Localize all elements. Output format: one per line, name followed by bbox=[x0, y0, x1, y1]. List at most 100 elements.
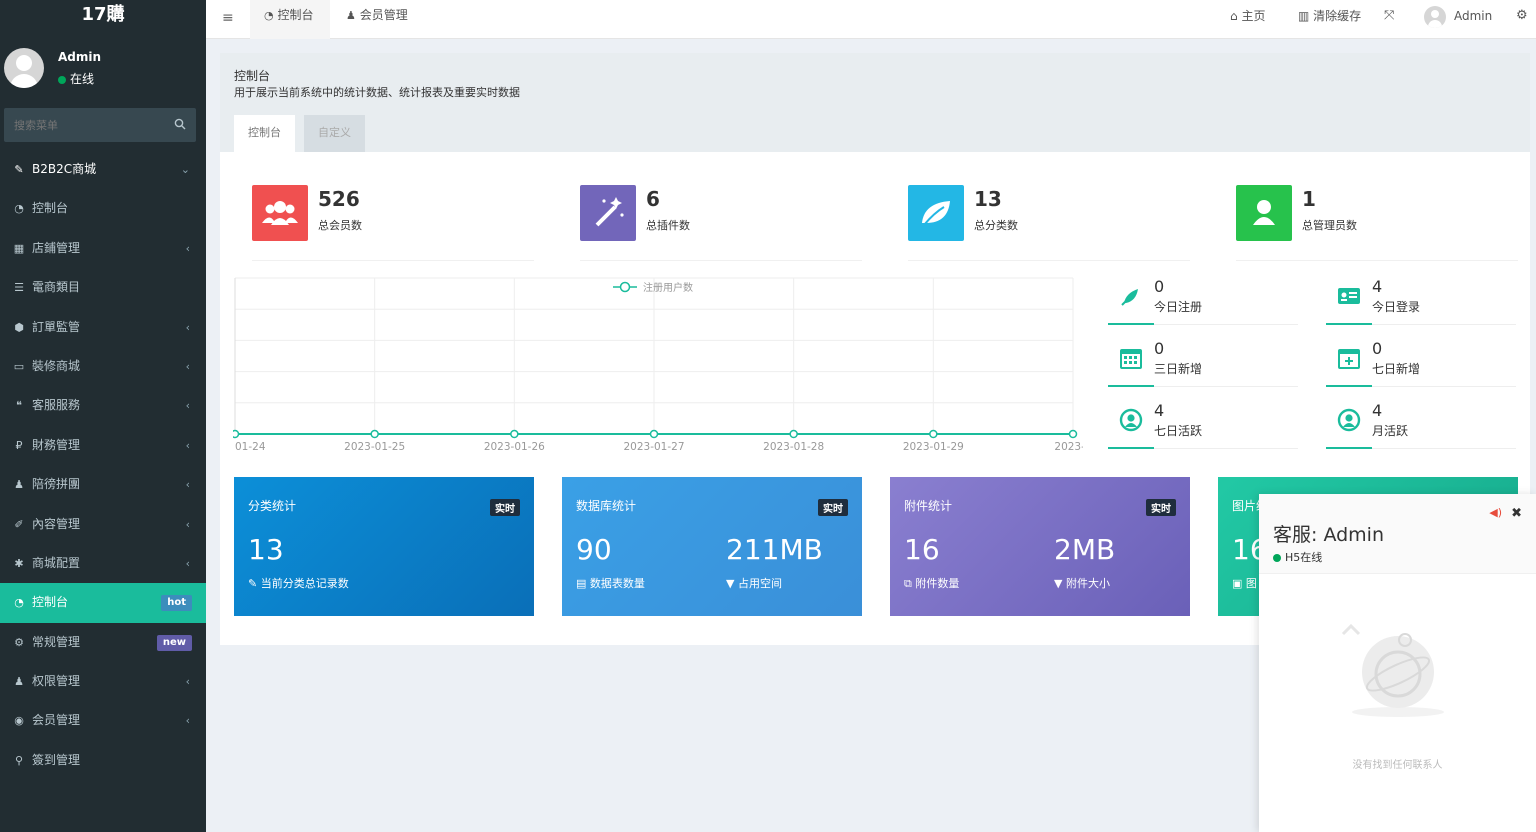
search-input[interactable] bbox=[4, 108, 164, 142]
chart-point bbox=[929, 429, 938, 439]
user-status: 在线 bbox=[58, 70, 94, 87]
chevron-left-icon: ‹ bbox=[185, 359, 190, 373]
chart-x-tick-label: 2023-01-26 bbox=[484, 441, 545, 453]
tab-member-management[interactable]: ♟ 会员管理 bbox=[346, 0, 430, 39]
sidebar-item-7[interactable]: ₽ 財務管理 ‹ bbox=[0, 426, 206, 465]
stat-icon-box bbox=[580, 185, 636, 241]
sidebar-item-12[interactable]: ⚙ 常规管理 new bbox=[0, 623, 206, 662]
sidebar-item-10[interactable]: ✱ 商城配置 ‹ bbox=[0, 544, 206, 583]
sidebar-item-label: 客服服務 bbox=[32, 398, 81, 413]
user-circle-icon: ◉ bbox=[14, 714, 24, 728]
avatar bbox=[1424, 5, 1446, 28]
sidebar-item-11[interactable]: ◔ 控制台 hot bbox=[0, 583, 206, 623]
trash-icon: ▥ bbox=[1298, 9, 1310, 23]
mini-stat-value: 4 bbox=[1372, 277, 1383, 296]
customer-service-popup: 客服: Admin H5在线 ◀) ✖ 没有找到任何联系人 bbox=[1259, 494, 1536, 832]
card-value-secondary: 2MB bbox=[1054, 533, 1116, 566]
store-icon: ▦ bbox=[13, 241, 25, 255]
clone-icon: ⧉ bbox=[904, 577, 916, 590]
chart-x-tick-label: 2023-01-28 bbox=[763, 441, 824, 453]
sidebar-item-1[interactable]: ◔ 控制台 bbox=[0, 189, 206, 228]
card-label-secondary: ▼ 占用空间 bbox=[726, 575, 782, 591]
mini-stat-seven-day-active: 4 七日活跃 bbox=[1108, 401, 1298, 449]
stat-label: 总插件数 bbox=[646, 219, 690, 232]
sidebar-item-2[interactable]: ▦ 店鋪管理 ‹ bbox=[0, 229, 206, 268]
chart-x-tick-label: 2023-0 bbox=[1054, 441, 1083, 453]
dashboard-icon: ◔ bbox=[264, 9, 274, 22]
online-dot-icon bbox=[58, 75, 66, 84]
search-icon[interactable] bbox=[174, 118, 186, 130]
tab-dashboard[interactable]: 控制台 bbox=[234, 115, 295, 152]
registration-line-chart: 注册用户数 01-24 2023-01-25 2023-01-26 2023-01-27… bbox=[230, 277, 1092, 453]
sidebar-item-13[interactable]: ♟ 权限管理 ‹ bbox=[0, 662, 206, 701]
new-badge: new bbox=[156, 634, 192, 651]
stat-total-members: 526 总会员数 bbox=[252, 183, 534, 261]
chart-point bbox=[230, 429, 240, 439]
stat-value: 6 bbox=[646, 187, 660, 211]
sidebar-item-0[interactable]: ✎ B2B2C商城 ⌄ bbox=[0, 150, 206, 189]
chevron-down-icon: ⌄ bbox=[180, 163, 190, 176]
magic-icon: ✎ bbox=[248, 577, 261, 590]
leaf-icon bbox=[922, 201, 950, 226]
close-icon[interactable]: ✖ bbox=[1511, 506, 1522, 521]
popup-status-text: H5在线 bbox=[1285, 551, 1323, 564]
mini-stat-value: 0 bbox=[1372, 339, 1383, 358]
sidebar-item-14[interactable]: ◉ 会员管理 ‹ bbox=[0, 701, 206, 740]
card-label-text: 图 bbox=[1245, 577, 1257, 590]
mini-stat-monthly-active: 4 月活跃 bbox=[1326, 401, 1516, 449]
volume-icon[interactable]: ◀) bbox=[1489, 506, 1502, 519]
home-link[interactable]: ⌂ 主页 bbox=[1230, 0, 1265, 32]
sidebar-item-5[interactable]: ▭ 裝修商城 ‹ bbox=[0, 347, 206, 386]
sidebar: 17購 Admin 在线 ✎ B2B2C商城 ⌄ ◔ 控制台 ▦ 店鋪管理 ‹ ☰ 電商類目 ⬢ 訂單… bbox=[0, 0, 206, 832]
sidebar-item-label: 財務管理 bbox=[32, 437, 81, 452]
card-label-text: 附件大小 bbox=[1065, 577, 1110, 590]
mini-stat-label: 今日登录 bbox=[1372, 300, 1421, 314]
user-panel: Admin 在线 bbox=[0, 46, 206, 96]
hot-badge: hot bbox=[161, 595, 192, 612]
sidebar-item-label: 電商類目 bbox=[32, 280, 81, 295]
dashboard-icon: ◔ bbox=[14, 596, 24, 610]
sidebar-item-9[interactable]: ✐ 內容管理 ‹ bbox=[0, 505, 206, 544]
settings-icon[interactable]: ⚙ bbox=[1516, 0, 1528, 32]
mini-stat-label: 今日注册 bbox=[1154, 300, 1203, 314]
card-label: ✎ 当前分类总记录数 bbox=[248, 575, 349, 591]
card-database-stats: 数据库统计 实时 90 ▤ 数据表数量 211MB ▼ 占用空间 bbox=[562, 477, 862, 616]
logo[interactable]: 17購 bbox=[0, 0, 206, 30]
card-attachment-stats: 附件统计 实时 16 ⧉ 附件数量 2MB ▼ 附件大小 bbox=[890, 477, 1190, 616]
sidebar-item-8[interactable]: ♟ 陪徬拼團 ‹ bbox=[0, 465, 206, 504]
sidebar-item-4[interactable]: ⬢ 訂單監管 ‹ bbox=[0, 308, 206, 347]
chevron-left-icon: ‹ bbox=[185, 399, 190, 413]
chevron-left-icon: ‹ bbox=[185, 241, 190, 255]
stat-total-admins: 1 总管理员数 bbox=[1236, 183, 1518, 261]
calendar-plus-icon bbox=[1338, 349, 1360, 369]
sidebar-item-label: 陪徬拼團 bbox=[32, 477, 81, 492]
filter-icon: ▼ bbox=[1054, 577, 1066, 590]
stat-icon-box bbox=[1236, 185, 1292, 241]
sidebar-item-label: 常规管理 bbox=[32, 634, 81, 649]
sidebar-item-15[interactable]: ⚲ 簽到管理 bbox=[0, 741, 206, 780]
fullscreen-icon[interactable]: ⤧ bbox=[1384, 0, 1394, 32]
sidebar-item-label: 商城配置 bbox=[32, 555, 81, 570]
users-icon: ♟ bbox=[14, 478, 24, 492]
mini-stat-today-register: 0 今日注册 bbox=[1108, 277, 1298, 325]
card-label-text: 附件数量 bbox=[915, 577, 960, 590]
sidebar-item-3[interactable]: ☰ 電商類目 bbox=[0, 268, 206, 307]
dashboard-icon: ◔ bbox=[14, 202, 24, 216]
user-circle-icon bbox=[1119, 408, 1143, 432]
tab-custom[interactable]: 自定义 bbox=[304, 115, 365, 152]
clear-cache-link[interactable]: ▥ 清除缓存 bbox=[1298, 0, 1361, 32]
menu-toggle-icon[interactable]: ≡ bbox=[222, 10, 234, 26]
card-label-text: 占用空间 bbox=[737, 577, 782, 590]
empty-contacts-text: 没有找到任何联系人 bbox=[1352, 760, 1443, 771]
sidebar-item-6[interactable]: ❝ 客服服務 ‹ bbox=[0, 386, 206, 425]
gear-icon: ✱ bbox=[14, 556, 24, 570]
sidebar-item-label: 权限管理 bbox=[32, 674, 81, 689]
chart-x-tick-label: 2023-01-29 bbox=[903, 441, 964, 453]
card-title: 附件统计 bbox=[904, 499, 953, 513]
tab-dashboard[interactable]: ◔ 控制台 bbox=[250, 0, 330, 39]
home-label: 主页 bbox=[1241, 9, 1266, 23]
database-icon: ▤ bbox=[576, 577, 590, 590]
chart-x-tick-label: 2023-01-27 bbox=[623, 441, 684, 453]
user-menu[interactable]: Admin bbox=[1424, 0, 1492, 32]
sidebar-item-label: 裝修商城 bbox=[32, 358, 81, 373]
